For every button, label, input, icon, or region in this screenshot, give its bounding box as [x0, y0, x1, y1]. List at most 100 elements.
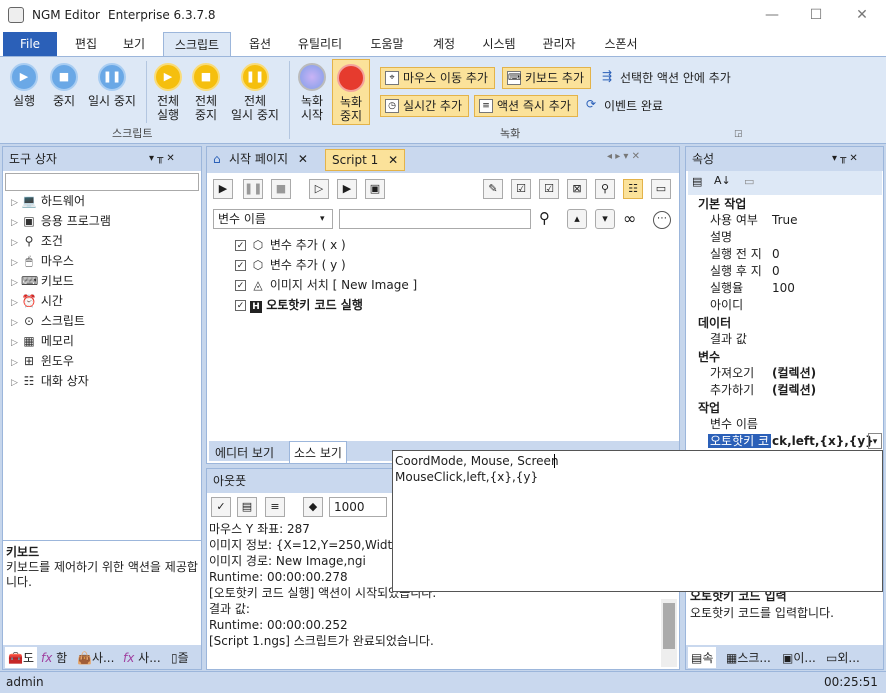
tab-script[interactable]: 스크립트 — [163, 32, 231, 56]
tab-source-view[interactable]: 소스 보기 — [289, 441, 347, 464]
step-into-icon[interactable]: ▶ — [337, 179, 357, 199]
variable-search-input[interactable] — [339, 209, 531, 229]
tree-item-script[interactable]: ▷ ⊙ 스크립트 — [11, 311, 201, 331]
run-button[interactable]: ▶ 실행 — [6, 63, 42, 108]
tab-utility[interactable]: 유틸리티 — [290, 32, 350, 56]
play-icon[interactable]: ▶ — [213, 179, 233, 199]
pin-icon[interactable]: ▾ ╥ ✕ — [832, 147, 858, 171]
edit-icon[interactable]: ✎ — [483, 179, 503, 199]
close-icon[interactable]: ✕ — [388, 153, 398, 167]
realtime-add-button[interactable]: ◷ 실시간 추가 — [380, 95, 470, 117]
tab-editor-view[interactable]: 에디터 보기 — [215, 444, 274, 461]
checkbox[interactable]: ✓ — [235, 240, 246, 251]
stop-icon[interactable]: ■ — [271, 179, 291, 199]
tab-properties[interactable]: ▤속 — [688, 647, 717, 668]
stop-button[interactable]: ■ 중지 — [46, 63, 82, 108]
add-mouse-move-button[interactable]: ⌖ 마우스 이동 추가 — [380, 67, 495, 89]
search-icon[interactable]: ⚲ — [595, 179, 615, 199]
checkbox[interactable]: ✓ — [235, 300, 246, 311]
tab-images[interactable]: ▣이... — [782, 649, 816, 666]
tab-admin[interactable]: 관리자 — [534, 32, 584, 56]
action-item[interactable]: ✓ ⬡ 변수 추가 ( y ) — [235, 255, 655, 275]
step-over-icon[interactable]: ▣ — [365, 179, 385, 199]
minimize-icon[interactable]: — — [752, 4, 792, 26]
action-item[interactable]: ✓ ◬ 이미지 서치 [ New Image ] — [235, 275, 655, 295]
checkbox[interactable]: ✓ — [235, 260, 246, 271]
tree-item-time[interactable]: ▷ ⏰ 시간 — [11, 291, 201, 311]
pin-icon[interactable]: ▾ ╥ ✕ — [149, 147, 175, 171]
tab-scripts[interactable]: ▦스크... — [726, 649, 771, 666]
step-play-icon[interactable]: ▷ — [309, 179, 329, 199]
check-icon[interactable]: ☑ — [539, 179, 559, 199]
tab-user-fx[interactable]: fx 사... — [123, 649, 161, 666]
tree-item-application[interactable]: ▷ ▣ 응용 프로그램 — [11, 211, 201, 231]
tree-item-window[interactable]: ▷ ⊞ 윈도우 — [11, 351, 201, 371]
pause-button[interactable]: ❚❚ 일시 중지 — [84, 63, 140, 108]
prop-row[interactable]: 추가하기 (컬렉션) — [710, 382, 885, 399]
toolbox-search-input[interactable] — [5, 173, 199, 191]
record-stop-button[interactable]: 녹화 중지 — [332, 59, 370, 125]
tree-item-mouse[interactable]: ▷ 🖱 마우스 — [11, 251, 201, 271]
tab-sponsor[interactable]: 스폰서 — [596, 32, 646, 56]
prop-row[interactable]: 실행율 100 — [710, 280, 885, 297]
tab-options[interactable]: 옵션 — [240, 32, 280, 56]
tab-toolbox[interactable]: 🧰도 — [5, 647, 37, 668]
line-count-input[interactable]: 1000 — [329, 497, 387, 517]
code-input-popup[interactable]: CoordMode, Mouse, Screen MouseClick,left… — [392, 450, 883, 592]
all-pause-button[interactable]: ❚❚ 전체 일시 중지 — [226, 63, 284, 122]
tab-edit[interactable]: 편집 — [66, 32, 106, 56]
up-icon[interactable]: ▴ — [567, 209, 587, 229]
wrap-icon[interactable]: ≡ — [265, 497, 285, 517]
event-done-button[interactable]: ⟳ 이벤트 완료 — [586, 97, 663, 114]
file-icon[interactable]: ▤ — [237, 497, 257, 517]
all-run-button[interactable]: ▶ 전체 실행 — [150, 63, 186, 122]
pages-icon[interactable]: ▭ — [744, 175, 754, 188]
add-keyboard-button[interactable]: ⌨ 키보드 추가 — [502, 67, 592, 89]
check-all-icon[interactable]: ☑ — [511, 179, 531, 199]
search-icon[interactable]: ⚲ — [539, 209, 550, 227]
scroll-thumb[interactable] — [663, 603, 675, 649]
tab-system[interactable]: 시스템 — [474, 32, 524, 56]
action-item[interactable]: ✓ ⬡ 변수 추가 ( x ) — [235, 235, 655, 255]
tab-external[interactable]: ▭외... — [826, 649, 860, 666]
tree-item-keyboard[interactable]: ▷ ⌨ 키보드 — [11, 271, 201, 291]
infinity-icon[interactable]: ∞ — [623, 209, 636, 228]
maximize-icon[interactable]: ☐ — [796, 4, 836, 26]
close-icon[interactable]: ✕ — [842, 4, 882, 26]
tab-functions[interactable]: fx 함 — [41, 649, 67, 666]
close-icon[interactable]: ✕ — [298, 152, 308, 166]
tree-item-condition[interactable]: ▷ ⚲ 조건 — [11, 231, 201, 251]
prop-row[interactable]: 아이디 — [710, 297, 885, 314]
delete-icon[interactable]: ⊠ — [567, 179, 587, 199]
prop-row[interactable]: 결과 값 — [710, 331, 885, 348]
prop-row-selected[interactable]: 오토핫키 코 ck,left,{x},{y} ▾ — [708, 433, 883, 450]
all-stop-button[interactable]: ■ 전체 중지 — [188, 63, 224, 122]
variable-name-select[interactable]: 변수 이름 ▾ — [213, 209, 333, 229]
eraser-icon[interactable]: ◆ — [303, 497, 323, 517]
expand-icon[interactable]: ◲ — [734, 129, 743, 139]
categorize-icon[interactable]: ▤ — [692, 175, 702, 188]
chevron-down-icon[interactable]: ▾ — [868, 433, 882, 449]
tree-item-dialog[interactable]: ▷ ☷ 대화 상자 — [11, 371, 201, 391]
prop-row[interactable]: 설명 — [710, 229, 885, 246]
monitor-icon[interactable]: ▭ — [651, 179, 671, 199]
tree-item-hardware[interactable]: ▷ 💻 하드웨어 — [11, 191, 201, 211]
prop-row[interactable]: 사용 여부 True — [710, 212, 885, 229]
record-start-button[interactable]: 녹화 시작 — [294, 63, 330, 122]
sort-az-icon[interactable]: A↓ — [714, 174, 731, 187]
more-icon[interactable]: ⋯ — [653, 211, 671, 229]
tab-file[interactable]: File — [3, 32, 57, 56]
clear-icon[interactable]: ✓ — [211, 497, 231, 517]
scrollbar[interactable] — [661, 599, 677, 667]
add-into-action-button[interactable]: ⇶ 선택한 액션 안에 추가 — [602, 69, 731, 86]
tab-view[interactable]: 보기 — [114, 32, 154, 56]
tab-start-page[interactable]: ⌂ 시작 페이지 ✕ — [209, 149, 325, 171]
tab-favorites[interactable]: ▯즐 — [171, 649, 189, 666]
tab-nav-icon[interactable]: ◂ ▸ ▾ ✕ — [607, 151, 640, 162]
prop-row[interactable]: 실행 전 지0 — [710, 246, 885, 263]
action-now-button[interactable]: ≡ 액션 즉시 추가 — [474, 95, 578, 117]
prop-row[interactable]: 가져오기 (컬렉션) — [710, 365, 885, 382]
tree-icon[interactable]: ☷ — [623, 179, 643, 199]
action-item[interactable]: ✓ H 오토핫키 코드 실행 — [235, 295, 655, 315]
prop-row[interactable]: 실행 후 지0 — [710, 263, 885, 280]
